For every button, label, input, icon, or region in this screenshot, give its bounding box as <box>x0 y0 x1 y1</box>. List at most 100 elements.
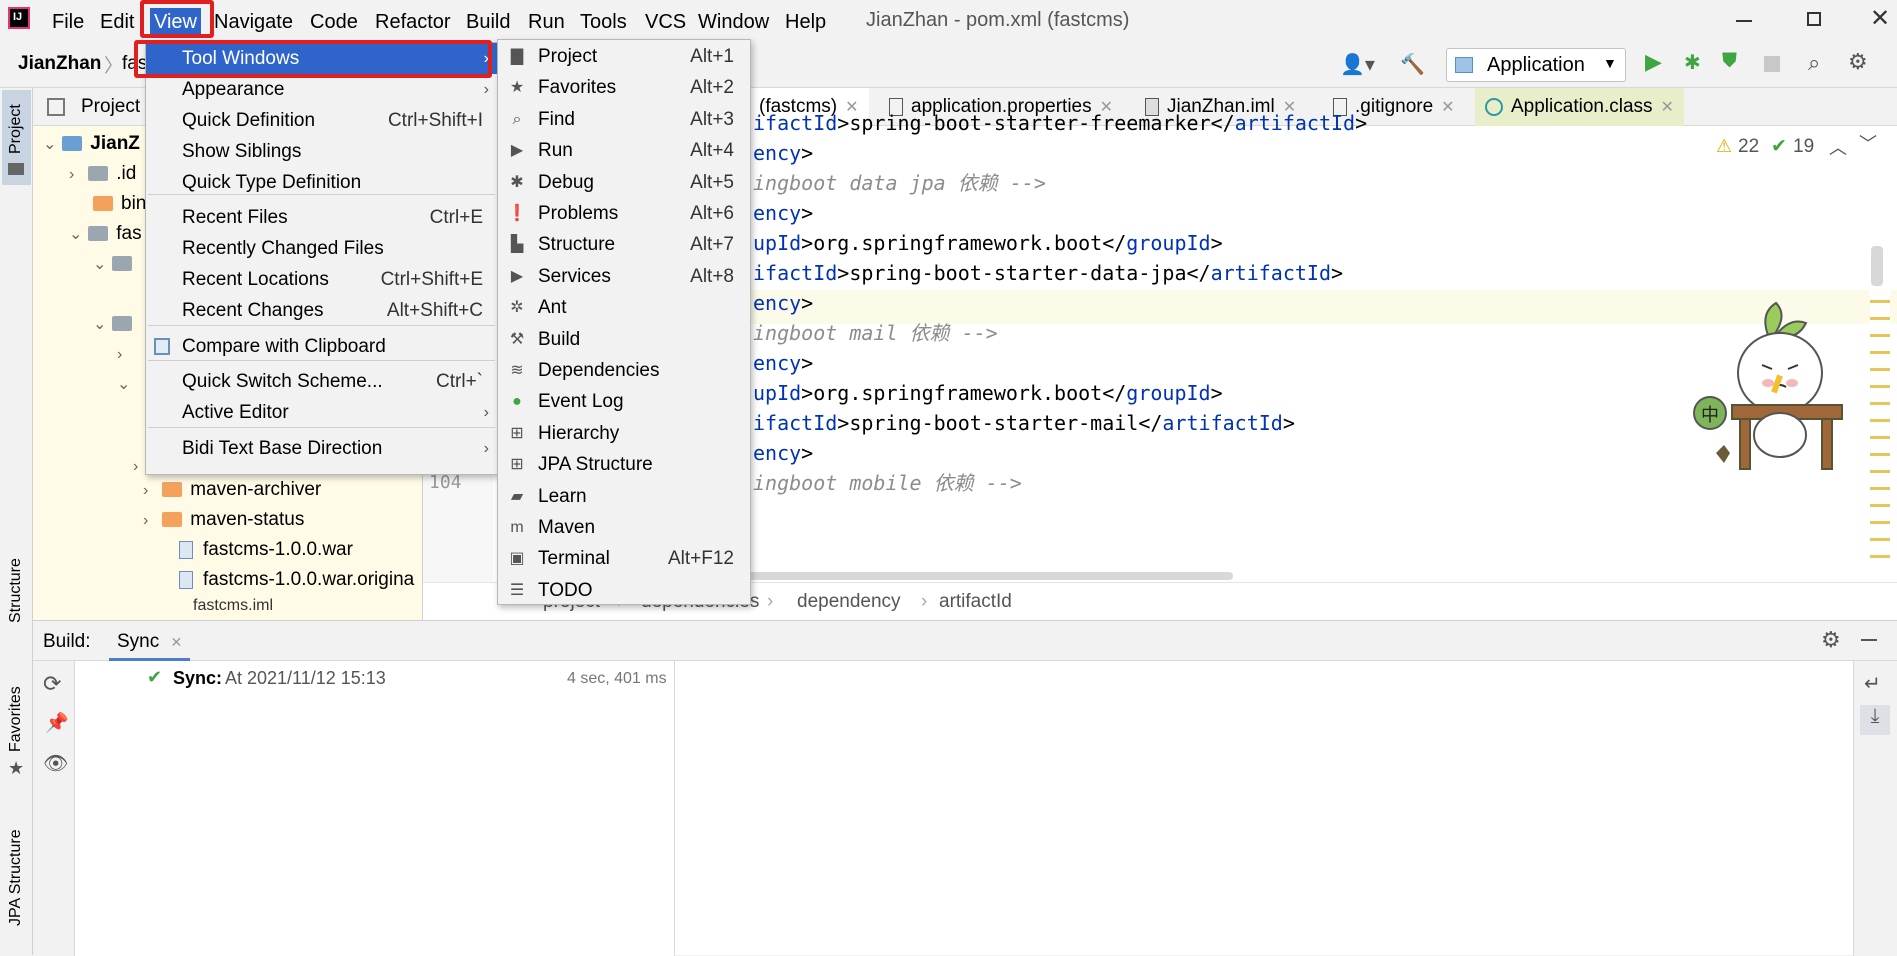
tool-window-item-dependencies[interactable]: ≋ Dependencies <box>498 355 750 386</box>
breadcrumb-module[interactable]: fas <box>122 53 147 75</box>
menu-build[interactable]: Build <box>462 8 514 36</box>
menu-edit[interactable]: Edit <box>96 8 138 36</box>
menu-run[interactable]: Run <box>524 8 569 36</box>
chevron-down-icon[interactable]: ﹀ <box>1859 130 1877 156</box>
menu-view[interactable]: View <box>150 8 201 36</box>
menu-vcs[interactable]: VCS <box>641 8 690 36</box>
menu-item-label: Problems <box>538 203 619 224</box>
tool-window-item-build[interactable]: ⚒ Build <box>498 324 750 355</box>
project-panel-title[interactable]: Project <box>81 96 140 118</box>
tree-row-src[interactable]: ⌄ <box>93 250 140 278</box>
tool-window-item-project[interactable]: ▇ Project Alt+1 <box>498 41 750 72</box>
pin-icon[interactable]: 📌 <box>45 711 69 735</box>
tool-window-item-jpa-structure[interactable]: ⊞ JPA Structure <box>498 449 750 480</box>
tool-window-item-favorites[interactable]: ★ Favorites Alt+2 <box>498 72 750 103</box>
sync-label[interactable]: Sync: <box>173 668 222 689</box>
minimize-icon[interactable] <box>1736 20 1752 22</box>
menu-item-compare-with-clipboard[interactable]: Compare with Clipboard <box>146 331 497 362</box>
tool-window-item-run[interactable]: ▶ Run Alt+4 <box>498 135 750 166</box>
tree-row-maven-status[interactable]: › maven-status <box>143 506 304 534</box>
menu-item-active-editor[interactable]: Active Editor › <box>146 397 497 428</box>
stop-icon[interactable] <box>1764 56 1780 72</box>
tool-window-item-problems[interactable]: ❗ Problems Alt+6 <box>498 198 750 229</box>
close-tab-icon[interactable]: ✕ <box>1441 99 1454 116</box>
tree-row-target[interactable]: ⌄ <box>93 310 140 338</box>
menu-item-recent-changes[interactable]: Recent Changes Alt+Shift+C <box>146 295 497 326</box>
menu-item-quick-definition[interactable]: Quick Definition Ctrl+Shift+I <box>146 105 497 136</box>
hide-panel-icon[interactable] <box>1861 639 1877 641</box>
tree-row-war[interactable]: fastcms-1.0.0.war <box>179 536 353 564</box>
tree-row-fastcms[interactable]: ⌄ fas <box>69 220 142 248</box>
soft-wrap-icon[interactable]: ↵ <box>1864 671 1881 696</box>
search-icon[interactable]: ⌕ <box>1808 50 1820 76</box>
tool-window-item-structure[interactable]: ▙ Structure Alt+7 <box>498 229 750 260</box>
build-hammer-icon[interactable]: 🔨 <box>1400 52 1425 77</box>
restore-icon[interactable] <box>1807 12 1821 26</box>
scroll-to-end-icon[interactable]: ⤓ <box>1860 705 1890 735</box>
close-icon[interactable]: ✕ <box>1870 4 1890 33</box>
menu-window[interactable]: Window <box>694 8 773 36</box>
crumb-dependency[interactable]: dependency <box>797 591 901 613</box>
chevron-up-icon[interactable]: ︿ <box>1829 134 1847 160</box>
settings-gear-icon[interactable]: ⚙ <box>1821 627 1841 653</box>
menu-refactor[interactable]: Refactor <box>371 8 455 36</box>
menu-navigate[interactable]: Navigate <box>210 8 297 36</box>
coverage-icon[interactable]: ⛊ <box>1722 50 1737 73</box>
tool-window-item-find[interactable]: ⌕ Find Alt+3 <box>498 104 750 135</box>
close-tab-icon[interactable]: ✕ <box>1661 99 1674 116</box>
menu-code[interactable]: Code <box>306 8 362 36</box>
tree-row-war-original[interactable]: fastcms-1.0.0.war.origina <box>179 566 414 594</box>
tool-window-item-debug[interactable]: ✱ Debug Alt+5 <box>498 167 750 198</box>
menu-item-bidi-text-base-direction[interactable]: Bidi Text Base Direction › <box>146 433 497 464</box>
tool-window-item-todo[interactable]: ☰ TODO <box>498 575 750 606</box>
menu-item-recently-changed-files[interactable]: Recently Changed Files <box>146 233 497 264</box>
tab-application-class[interactable]: Application.class ✕ <box>1475 88 1684 126</box>
menu-item-label: Structure <box>538 234 616 256</box>
tree-row-idea[interactable]: › .id <box>69 160 136 188</box>
run-config-select[interactable]: Application ▼ <box>1446 48 1626 82</box>
breadcrumb-project[interactable]: JianZhan <box>18 53 101 75</box>
jpa-structure-tool-label[interactable]: JPA Structure <box>7 829 25 926</box>
tree-row-generated[interactable]: ⌄ <box>117 370 131 398</box>
tool-window-item-maven[interactable]: m Maven <box>498 512 750 543</box>
menu-file[interactable]: File <box>48 8 88 36</box>
settings-gear-icon[interactable]: ⚙ <box>1848 49 1868 75</box>
user-icon[interactable]: 👤▾ <box>1340 52 1375 77</box>
sync-status-text[interactable]: At 2021/11/12 15:13 <box>225 668 386 689</box>
debug-icon[interactable]: ✱ <box>1684 50 1701 75</box>
favorites-tool-label[interactable]: Favorites <box>7 686 25 752</box>
ok-check-icon[interactable]: ✔ <box>1771 135 1787 158</box>
tree-row-root[interactable]: ⌄ JianZ <box>43 130 140 158</box>
tree-row-maven-archiver[interactable]: › maven-archiver <box>143 476 321 504</box>
menu-item-show-siblings[interactable]: Show Siblings <box>146 136 497 167</box>
clipboard-compare-icon <box>154 338 170 355</box>
menu-item-recent-locations[interactable]: Recent Locations Ctrl+Shift+E <box>146 264 497 295</box>
structure-tool-label[interactable]: Structure <box>7 558 25 623</box>
tree-row-classes[interactable]: › <box>117 340 131 368</box>
menu-tools[interactable]: Tools <box>576 8 631 36</box>
tool-window-item-services[interactable]: ▶ Services Alt+8 <box>498 261 750 292</box>
tree-row-bin[interactable]: bin <box>93 190 146 218</box>
close-tab-icon[interactable]: ✕ <box>171 634 183 650</box>
text-token: > <box>801 441 814 465</box>
tab-sync[interactable]: Sync ✕ <box>109 621 191 661</box>
tool-window-item-ant[interactable]: ✲ Ant <box>498 292 750 323</box>
tool-window-item-hierarchy[interactable]: ⊞ Hierarchy <box>498 418 750 449</box>
tree-row-iml[interactable]: fastcms.iml <box>193 592 273 616</box>
menu-item-tool-windows[interactable]: Tool Windows › <box>146 43 497 74</box>
menu-item-quick-switch-scheme[interactable]: Quick Switch Scheme... Ctrl+` <box>146 366 497 397</box>
menu-help[interactable]: Help <box>781 8 830 36</box>
warning-icon[interactable]: ⚠ <box>1716 136 1732 157</box>
menu-item-recent-files[interactable]: Recent Files Ctrl+E <box>146 202 497 233</box>
menu-item-shortcut: Alt+2 <box>690 77 734 99</box>
vertical-scrollbar[interactable] <box>1871 246 1883 286</box>
tool-window-item-terminal[interactable]: ▣ Terminal Alt+F12 <box>498 543 750 574</box>
tool-window-item-event-log[interactable]: ● Event Log <box>498 386 750 417</box>
refresh-icon[interactable]: ⟳ <box>43 671 61 697</box>
menu-item-appearance[interactable]: Appearance › <box>146 74 497 105</box>
folder-icon: ▇ <box>510 48 524 65</box>
tool-window-item-learn[interactable]: ▰ Learn <box>498 481 750 512</box>
run-icon[interactable]: ▶ <box>1645 49 1662 75</box>
eye-icon[interactable]: 👁 <box>43 751 68 776</box>
crumb-artifactid[interactable]: artifactId <box>939 591 1012 613</box>
